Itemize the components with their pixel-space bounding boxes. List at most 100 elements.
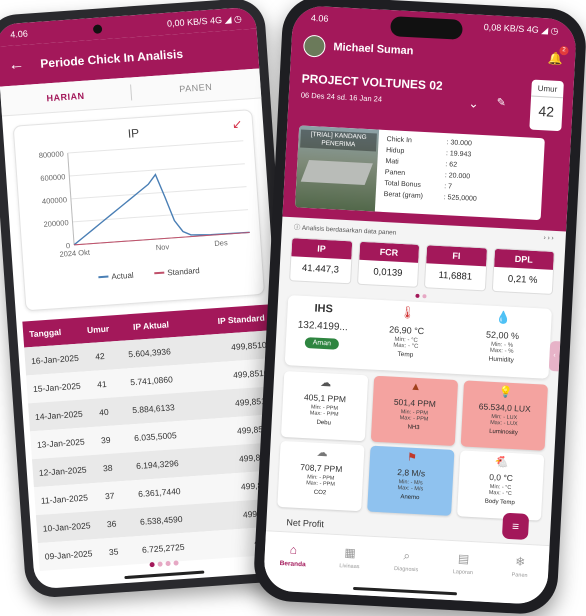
sensor-label: CO2 (313, 489, 327, 497)
sensor-nh3[interactable]: ▲ 501,4 PPM Min: - PPM Max: - PPM NH3 (370, 375, 459, 447)
kandang-info: Chick In: 30.000 Hidup: 19.943 Mati: 62 … (375, 130, 545, 221)
kandang-label: Berat (gram) (383, 190, 424, 201)
kandang-card[interactable]: [TRIAL] KANDANG PENERIMA Chick In: 30.00… (294, 125, 545, 221)
x-tick-label: 2024 Okt (59, 248, 91, 259)
bell-icon[interactable]: 🔔 2 (548, 45, 569, 66)
kandang-caption: [TRIAL] KANDANG PENERIMA (300, 129, 377, 152)
grid-line (72, 209, 249, 223)
cell-umur: 38 (102, 462, 113, 474)
sensor-body-temp[interactable]: 🐔 0,0 °C Min: - °C Max: - °C Body Temp (456, 450, 545, 521)
kpi-fi[interactable]: FI 11,6881 (423, 244, 488, 292)
sensor-debu[interactable]: ☁ 405,1 PPM Min: - PPM Max: - PPM Debu (280, 370, 369, 442)
environment-card[interactable]: IHS 132.4199... Aman 🌡 26,90 °C Min: - °… (284, 295, 552, 379)
umur-label: Umur (531, 79, 564, 99)
cell-ip-aktual: 5.604,3936 (127, 346, 172, 360)
status-signal: 0,08 KB/S 4G ◢ ◷ (484, 21, 559, 36)
cell-umur: 35 (108, 546, 119, 558)
avatar[interactable] (302, 34, 326, 58)
dynamic-island (390, 16, 463, 40)
page-dot[interactable] (148, 562, 155, 568)
notification-badge: 2 (559, 45, 569, 56)
cell-ip-standard: 499,8510 (230, 339, 267, 353)
kandang-value: : 20.000 (444, 172, 471, 181)
kpi-fcr[interactable]: FCR 0,0139 (356, 240, 421, 288)
legend-label: Actual (111, 271, 134, 282)
cell-ip-aktual: 6.361,7440 (137, 486, 181, 499)
temp-block: 🌡 26,90 °C Min: - °C Max: - °C Temp (357, 299, 457, 374)
nav-label: Beranda (279, 560, 306, 569)
sensor-co2[interactable]: ☁ 708,7 PPM Min: - PPM Max: - PPM CO2 (277, 440, 365, 512)
umur-box: Umur 42 (529, 79, 564, 132)
kandang-value: : 62 (445, 161, 458, 169)
kpi-value: 0,0139 (373, 266, 403, 280)
y-tick-label: 800000 (38, 149, 64, 160)
y-tick-label: 600000 (40, 172, 66, 183)
sensor-label: NH3 (407, 424, 420, 432)
kpi-ip[interactable]: IP 41.447,3 (289, 237, 353, 285)
status-signal: 0,00 KB/S 4G ◢ ◷ (167, 13, 242, 29)
legend-swatch (154, 271, 165, 275)
nav-beranda[interactable]: ⌂ Beranda (263, 531, 323, 593)
nav-label: Diagnosis (393, 566, 419, 574)
grid-line (67, 140, 244, 154)
home-indicator[interactable] (124, 570, 205, 580)
cell-umur: 39 (100, 434, 111, 446)
ip-line-chart: 02000004000006000008000002024 OktNov DesA… (38, 140, 250, 282)
project-info: PROJECT VOLTUNES 02 06 Des 24 sd. 16 Jan… (301, 72, 452, 108)
tab-panen[interactable]: PANEN (131, 78, 261, 97)
humidity-block: 💧 52,00 % Min: - % Max: - % Humidity (452, 304, 552, 379)
grid-line (70, 186, 247, 200)
sensor-luminosity[interactable]: 💡 65.534,0 LUX Min: - LUX Max: - LUX Lum… (460, 380, 548, 451)
cell-ip-aktual: 5.884,6133 (131, 402, 176, 416)
grid-line (69, 163, 245, 177)
legend-label: Standard (167, 266, 200, 277)
tab-harian[interactable]: HARIAN (1, 87, 131, 106)
table-body: 16-Jan-2025 42 5.604,3936 499,8510 15-Jan-2… (24, 330, 288, 572)
nav-panen[interactable]: ❄ Panen (490, 543, 550, 605)
right-phone: 4.06 0,08 KB/S 4G ◢ ◷ Michael Suman 🔔 2 P… (252, 0, 586, 616)
user-name: Michael Suman (333, 41, 414, 58)
cell-tanggal: 14-Jan-2025 (34, 408, 83, 422)
status-icons: 4G ◢ ◷ (209, 13, 243, 26)
y-tick-label: 400000 (42, 195, 68, 206)
ihs-label: IHS (314, 302, 334, 316)
cell-ip-aktual: 6.035,5005 (133, 430, 177, 444)
left-screen: 4.06 0,00 KB/S 4G ◢ ◷ ← Periode Chick In… (0, 6, 295, 590)
cell-tanggal: 16-Jan-2025 (30, 352, 80, 367)
ihs-block: IHS 132.4199... Aman (285, 295, 361, 369)
ip-chart-card: IP ↙ 0 200000 400000 600000 800000 2024 Okt No… (12, 109, 266, 312)
kandang-value: : 525,0000 (443, 194, 477, 203)
scroll-arrows-icon[interactable]: › › › (543, 234, 553, 245)
kandang-photo: [TRIAL] KANDANG PENERIMA (294, 125, 380, 212)
cell-tanggal: 12-Jan-2025 (38, 464, 87, 478)
back-arrow-icon[interactable]: ← (8, 56, 25, 75)
status-time: 4.06 (9, 28, 29, 40)
page-dot[interactable] (414, 293, 420, 298)
sensor-anemo[interactable]: ⚑ 2,8 M/s Min: - M/s Max: - M/s Anemo (367, 445, 455, 516)
kpi-value: 11,6881 (438, 269, 473, 283)
chevron-down-icon[interactable]: ⌄ (468, 96, 479, 111)
series-line-actual (73, 173, 250, 246)
ihs-value: 132.4199... (297, 319, 349, 334)
header-ip-standard: IP Standard (217, 312, 266, 326)
side-drawer-handle[interactable]: ‹ (548, 340, 561, 372)
home-icon: ⌂ (289, 542, 298, 557)
status-net: 0,08 KB/S (483, 21, 525, 34)
menu-fab-button[interactable]: ≡ (501, 512, 530, 540)
info-note: ⓘ Analisis berdasarkan data panen (294, 221, 397, 236)
kpi-dpl[interactable]: DPL 0,21 % (491, 247, 556, 295)
page-dot[interactable] (421, 294, 427, 299)
page-dot[interactable] (172, 560, 179, 566)
y-tick-label: 200000 (43, 218, 69, 229)
status-icons: 4G ◢ ◷ (526, 23, 559, 36)
page-dot[interactable] (164, 560, 171, 567)
x-tick-label: Des (214, 238, 228, 248)
pencil-icon[interactable]: ✎ (496, 96, 506, 109)
nav-label: Laporan (452, 569, 474, 577)
cell-umur: 40 (98, 406, 109, 418)
page-dot[interactable] (156, 561, 163, 567)
kandang-value: : 7 (444, 183, 453, 191)
status-net: 0,00 KB/S (166, 15, 208, 29)
sensor-row-1: ☁ 405,1 PPM Min: - PPM Max: - PPM Debu ▲… (271, 366, 558, 451)
right-screen: 4.06 0,08 KB/S 4G ◢ ◷ Michael Suman 🔔 2 P… (262, 4, 578, 606)
